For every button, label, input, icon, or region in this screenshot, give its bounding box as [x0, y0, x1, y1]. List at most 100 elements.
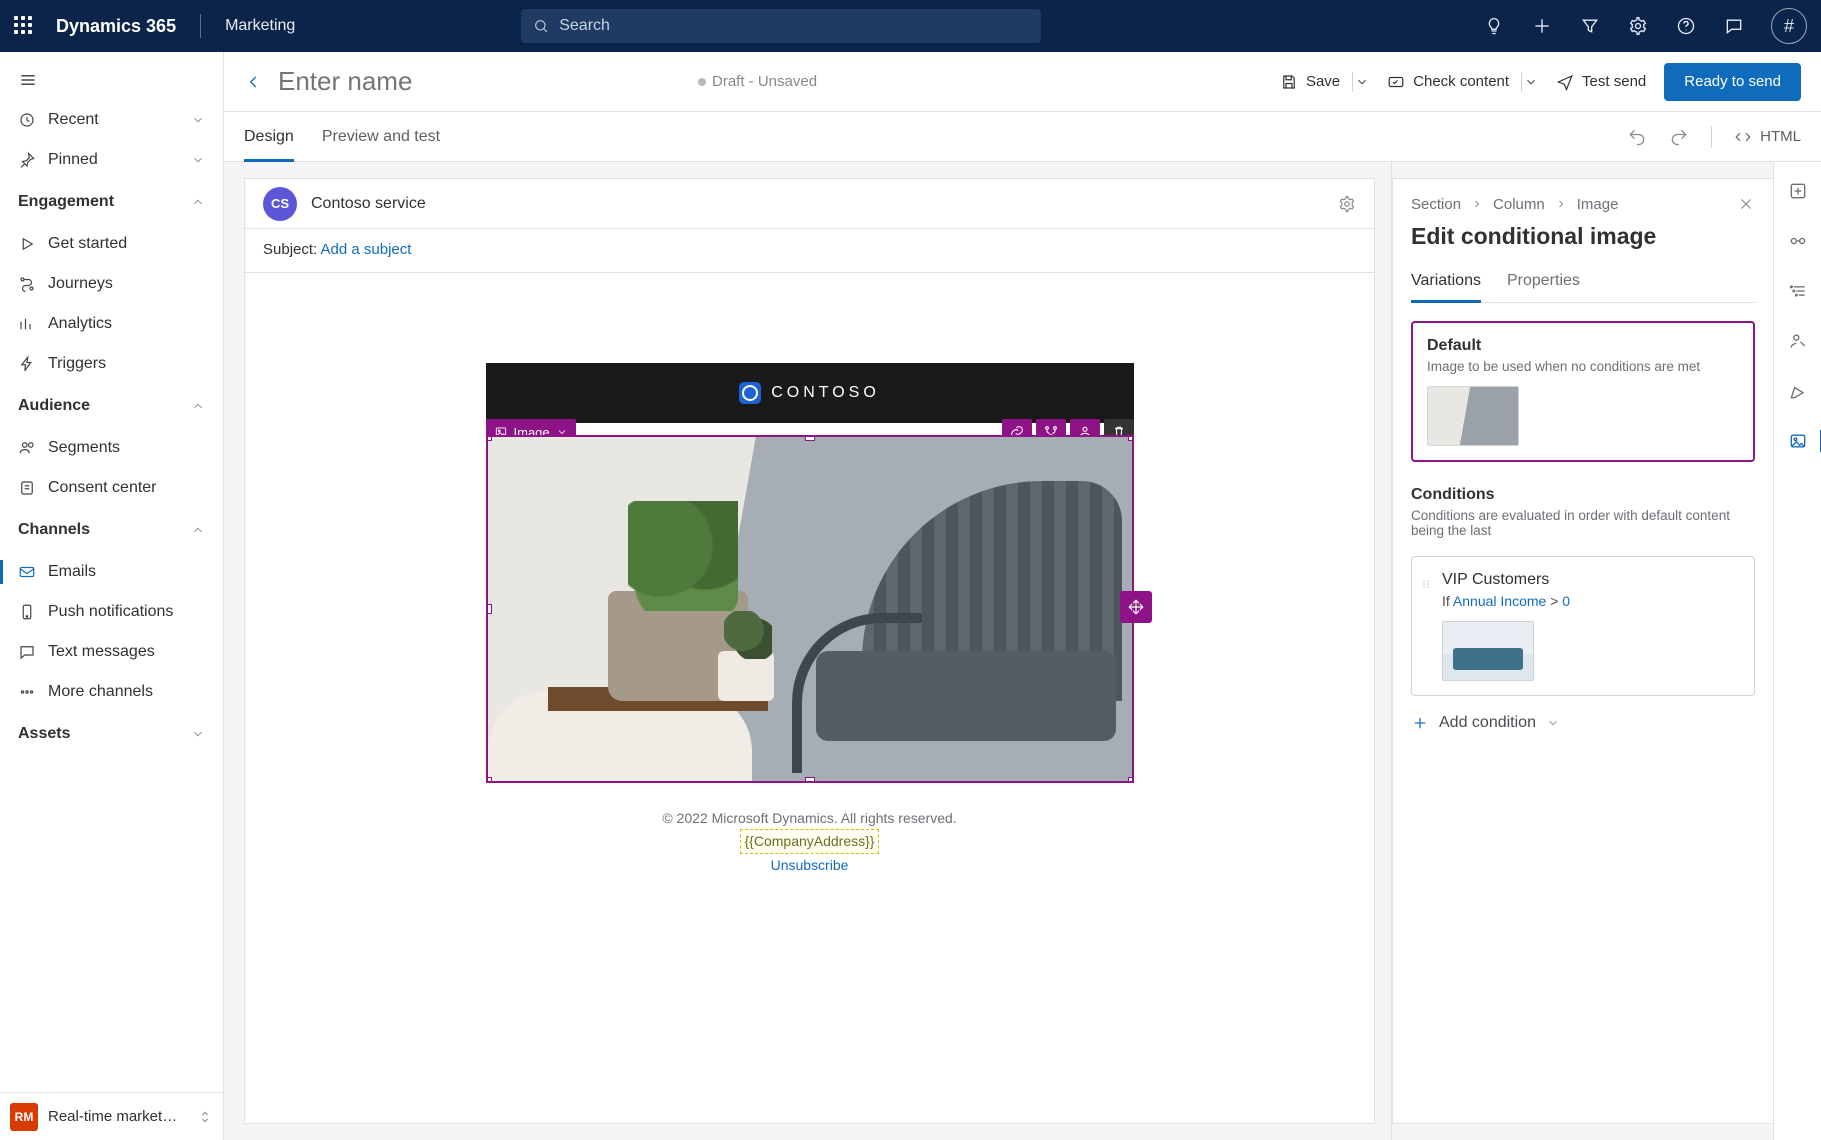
add-subject-link[interactable]: Add a subject	[321, 241, 412, 258]
nav-triggers[interactable]: Triggers	[0, 344, 223, 384]
play-icon	[18, 235, 36, 253]
lightbulb-icon[interactable]	[1483, 15, 1505, 37]
redo-icon[interactable]	[1669, 127, 1689, 147]
resize-handle[interactable]	[1128, 435, 1134, 441]
save-split-button[interactable]: Save	[1276, 67, 1369, 97]
condition-expression[interactable]: If Annual Income > 0	[1442, 593, 1740, 609]
rail-theme-icon[interactable]	[1785, 378, 1811, 404]
thumbnail[interactable]	[1427, 386, 1519, 446]
footer-address-token[interactable]: {{CompanyAddress}}	[740, 829, 880, 853]
tab-design[interactable]: Design	[244, 112, 294, 161]
gear-icon[interactable]	[1627, 15, 1649, 37]
rail-image-icon[interactable]	[1785, 428, 1811, 454]
resize-handle[interactable]	[486, 777, 492, 783]
brand-logo-icon	[739, 382, 761, 404]
rail-add-icon[interactable]	[1785, 178, 1811, 204]
nav-more-channels[interactable]: More channels	[0, 672, 223, 712]
topbar-actions: #	[1483, 8, 1807, 44]
nav-label: Recent	[48, 111, 99, 129]
chevron-down-icon[interactable]	[1524, 75, 1538, 89]
footer-unsubscribe-link[interactable]: Unsubscribe	[771, 857, 849, 873]
sender-name[interactable]: Contoso service	[311, 195, 426, 213]
nav-section-channels[interactable]: Channels	[0, 508, 223, 552]
add-condition-button[interactable]: Add condition	[1411, 714, 1755, 732]
nav-journeys[interactable]: Journeys	[0, 264, 223, 304]
nav-get-started[interactable]: Get started	[0, 224, 223, 264]
nav-consent-center[interactable]: Consent center	[0, 468, 223, 508]
area-label: Real-time marketi…	[48, 1108, 178, 1125]
move-handle-icon[interactable]	[1120, 591, 1152, 623]
chevron-down-icon	[1546, 716, 1560, 730]
user-avatar[interactable]: #	[1771, 8, 1807, 44]
global-search[interactable]: Search	[521, 9, 1041, 43]
nav-push[interactable]: Push notifications	[0, 592, 223, 632]
chevron-down-icon	[191, 113, 205, 127]
check-content-split-button[interactable]: Check content	[1383, 67, 1538, 97]
check-label: Check content	[1413, 73, 1509, 90]
record-title-input[interactable]	[276, 65, 536, 98]
more-channels-icon	[18, 683, 36, 701]
back-icon[interactable]	[244, 72, 264, 92]
resize-handle[interactable]	[486, 604, 492, 614]
plus-icon[interactable]	[1531, 15, 1553, 37]
filter-icon[interactable]	[1579, 15, 1601, 37]
nav-section-assets[interactable]: Assets	[0, 712, 223, 756]
module-name[interactable]: Marketing	[225, 17, 295, 35]
segments-icon	[18, 439, 36, 457]
panel-tab-properties[interactable]: Properties	[1507, 264, 1580, 302]
nav-label: Text messages	[48, 643, 155, 661]
nav-recent[interactable]: Recent	[0, 100, 223, 140]
chat-icon[interactable]	[1723, 15, 1745, 37]
selected-image-element[interactable]	[486, 435, 1134, 783]
send-icon	[1556, 73, 1574, 91]
chevron-up-icon	[191, 523, 205, 537]
rail-outline-icon[interactable]	[1785, 278, 1811, 304]
drag-handle-icon[interactable]	[1420, 575, 1432, 593]
gear-icon[interactable]	[1338, 195, 1356, 213]
card-desc: Image to be used when no conditions are …	[1427, 359, 1739, 374]
mail-icon	[18, 563, 36, 581]
resize-handle[interactable]	[1128, 777, 1134, 783]
resize-handle[interactable]	[805, 777, 815, 783]
nav-section-audience[interactable]: Audience	[0, 384, 223, 428]
area-switcher[interactable]: RM Real-time marketi…	[0, 1092, 223, 1140]
chevron-down-icon[interactable]	[1355, 75, 1369, 89]
rail-link-icon[interactable]	[1785, 228, 1811, 254]
tab-preview[interactable]: Preview and test	[322, 112, 440, 161]
email-brand-bar[interactable]: CONTOSO	[486, 363, 1134, 423]
thumbnail[interactable]	[1442, 621, 1534, 681]
html-view-button[interactable]: HTML	[1734, 128, 1801, 146]
nav-analytics[interactable]: Analytics	[0, 304, 223, 344]
app-launcher-icon[interactable]	[14, 16, 34, 36]
editor-tabs: Design Preview and test HTML	[224, 112, 1821, 162]
crumb-column[interactable]: Column	[1493, 196, 1545, 213]
clock-icon	[18, 111, 36, 129]
condition-card[interactable]: VIP Customers If Annual Income > 0	[1411, 556, 1755, 696]
nav-pinned[interactable]: Pinned	[0, 140, 223, 180]
sms-icon	[18, 643, 36, 661]
properties-panel: Section Column Image Edit conditional im…	[1392, 178, 1773, 1124]
properties-column: Section Column Image Edit conditional im…	[1391, 162, 1821, 1140]
help-icon[interactable]	[1675, 15, 1697, 37]
nav-label: Pinned	[48, 151, 98, 169]
undo-icon[interactable]	[1627, 127, 1647, 147]
collapse-nav-button[interactable]	[8, 60, 48, 100]
nav-segments[interactable]: Segments	[0, 428, 223, 468]
nav-section-engagement[interactable]: Engagement	[0, 180, 223, 224]
crumb-image[interactable]: Image	[1577, 196, 1619, 213]
email-footer[interactable]: © 2022 Microsoft Dynamics. All rights re…	[486, 783, 1134, 876]
resize-handle[interactable]	[805, 435, 815, 441]
nav-emails[interactable]: Emails	[0, 552, 223, 592]
test-send-button[interactable]: Test send	[1552, 67, 1650, 97]
default-variation-card[interactable]: Default Image to be used when no conditi…	[1411, 321, 1755, 462]
brand-text: CONTOSO	[771, 384, 880, 402]
crumb-section[interactable]: Section	[1411, 196, 1461, 213]
close-icon[interactable]	[1737, 195, 1755, 213]
resize-handle[interactable]	[486, 435, 492, 441]
condition-title: VIP Customers	[1442, 571, 1740, 589]
rail-personalize-icon[interactable]	[1785, 328, 1811, 354]
panel-tab-variations[interactable]: Variations	[1411, 264, 1481, 302]
check-content-icon	[1387, 73, 1405, 91]
ready-to-send-button[interactable]: Ready to send	[1664, 63, 1801, 101]
nav-text[interactable]: Text messages	[0, 632, 223, 672]
